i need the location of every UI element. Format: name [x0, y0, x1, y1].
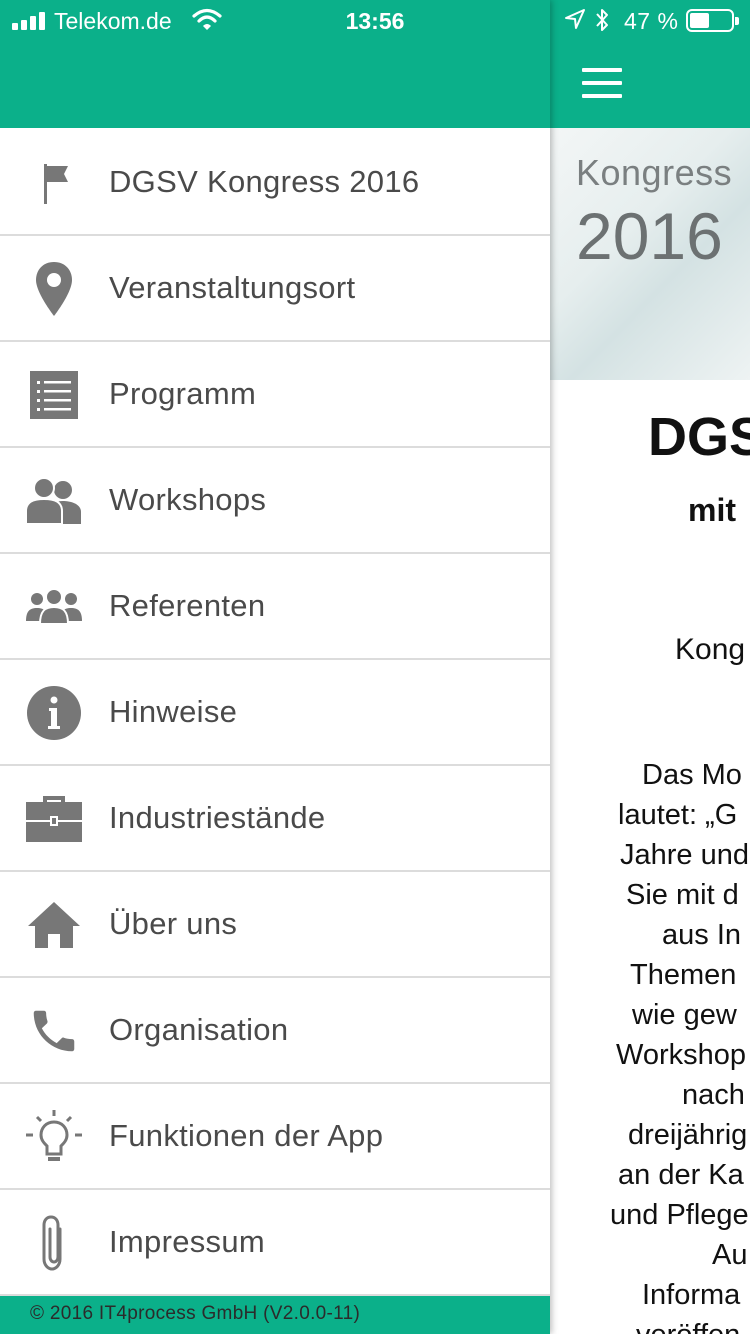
paragraph-line: Workshop: [616, 1039, 747, 1071]
paragraph-line: Das Mo: [642, 759, 742, 791]
copyright-text: © 2016 IT4process GmbH (V2.0.0-11): [30, 1303, 361, 1324]
paragraph-line: und Pflege: [610, 1199, 749, 1231]
menu-item-veranstaltungsort[interactable]: Veranstaltungsort: [0, 236, 550, 342]
banner-year: 2016: [576, 199, 723, 273]
status-bar-time: 13:56: [345, 8, 405, 34]
menu-item-funktionen-der-app[interactable]: Funktionen der App: [0, 1084, 550, 1190]
menu-item-label: Funktionen der App: [109, 1118, 384, 1153]
paragraph-line: wie gew: [632, 999, 737, 1031]
paperclip-icon: [24, 1215, 84, 1271]
menu-item-industriestaende[interactable]: Industriestände: [0, 766, 550, 872]
list-icon: [24, 367, 84, 423]
banner-title: Kongress: [576, 152, 733, 193]
menu-item-label: Organisation: [109, 1012, 289, 1047]
briefcase-icon: [24, 791, 84, 847]
home-icon: [24, 897, 84, 953]
main-content: 47 % Kongress 2016 DGS mit Kong Das Mo la…: [550, 0, 750, 1334]
menu-item-programm[interactable]: Programm: [0, 342, 550, 448]
menu-item-label: Industriestände: [109, 800, 326, 835]
menu-item-dgsv-kongress[interactable]: DGSV Kongress 2016: [0, 130, 550, 236]
paragraph-line: Jahre und: [620, 839, 749, 871]
paragraph-line: dreijährig: [628, 1119, 748, 1151]
paragraph-line: veröffen: [550, 1315, 750, 1334]
menu-item-hinweise[interactable]: Hinweise: [0, 660, 550, 766]
menu-item-label: Über uns: [109, 906, 238, 941]
content-paragraph: Das Mo lautet: „G Jahre und Sie mit d aus In…: [550, 755, 750, 1334]
menu-item-label: Workshops: [109, 482, 267, 517]
group-icon: [24, 579, 84, 635]
map-pin-icon: [24, 261, 84, 317]
phone-icon: [24, 1003, 84, 1059]
drawer-menu: DGSV Kongress 2016 Veranstaltungsort Pro…: [0, 130, 550, 1296]
menu-item-label: DGSV Kongress 2016: [109, 164, 420, 199]
people-pair-icon: [24, 473, 84, 529]
lightbulb-icon: [24, 1109, 84, 1165]
paragraph-line: nach: [682, 1079, 745, 1111]
status-bar: Telekom.de 13:56: [0, 0, 550, 40]
paragraph-line: Themen: [630, 959, 737, 991]
drawer-footer: © 2016 IT4process GmbH (V2.0.0-11): [0, 1296, 550, 1334]
menu-item-label: Referenten: [109, 588, 266, 623]
paragraph-line: Sie mit d: [626, 879, 739, 911]
flag-icon: [24, 155, 84, 211]
content-subheading: mit: [688, 492, 736, 528]
drawer-header-bar: Telekom.de 13:56: [0, 0, 550, 128]
congress-banner-image: Kongress 2016: [550, 128, 750, 380]
content-intro-line: Kong: [675, 633, 746, 666]
info-icon: [24, 685, 84, 741]
menu-item-label: Impressum: [109, 1224, 266, 1259]
paragraph-line: Informa: [642, 1279, 741, 1311]
menu-item-workshops[interactable]: Workshops: [0, 448, 550, 554]
paragraph-line: an der Ka: [618, 1159, 744, 1191]
menu-item-organisation[interactable]: Organisation: [0, 978, 550, 1084]
menu-item-label: Hinweise: [109, 694, 238, 729]
navigation-drawer: Telekom.de 13:56 DGSV Kongress 2016 Vera…: [0, 0, 550, 1334]
paragraph-line: Au: [712, 1239, 748, 1271]
menu-item-label: Programm: [109, 376, 257, 411]
menu-item-impressum[interactable]: Impressum: [0, 1190, 550, 1296]
paragraph-line: lautet: „G: [618, 799, 738, 831]
content-heading: DGS: [648, 407, 750, 467]
hamburger-menu-icon[interactable]: [582, 68, 622, 100]
menu-item-ueber-uns[interactable]: Über uns: [0, 872, 550, 978]
menu-item-label: Veranstaltungsort: [109, 270, 356, 305]
paragraph-line: aus In: [662, 919, 741, 951]
menu-item-referenten[interactable]: Referenten: [0, 554, 550, 660]
